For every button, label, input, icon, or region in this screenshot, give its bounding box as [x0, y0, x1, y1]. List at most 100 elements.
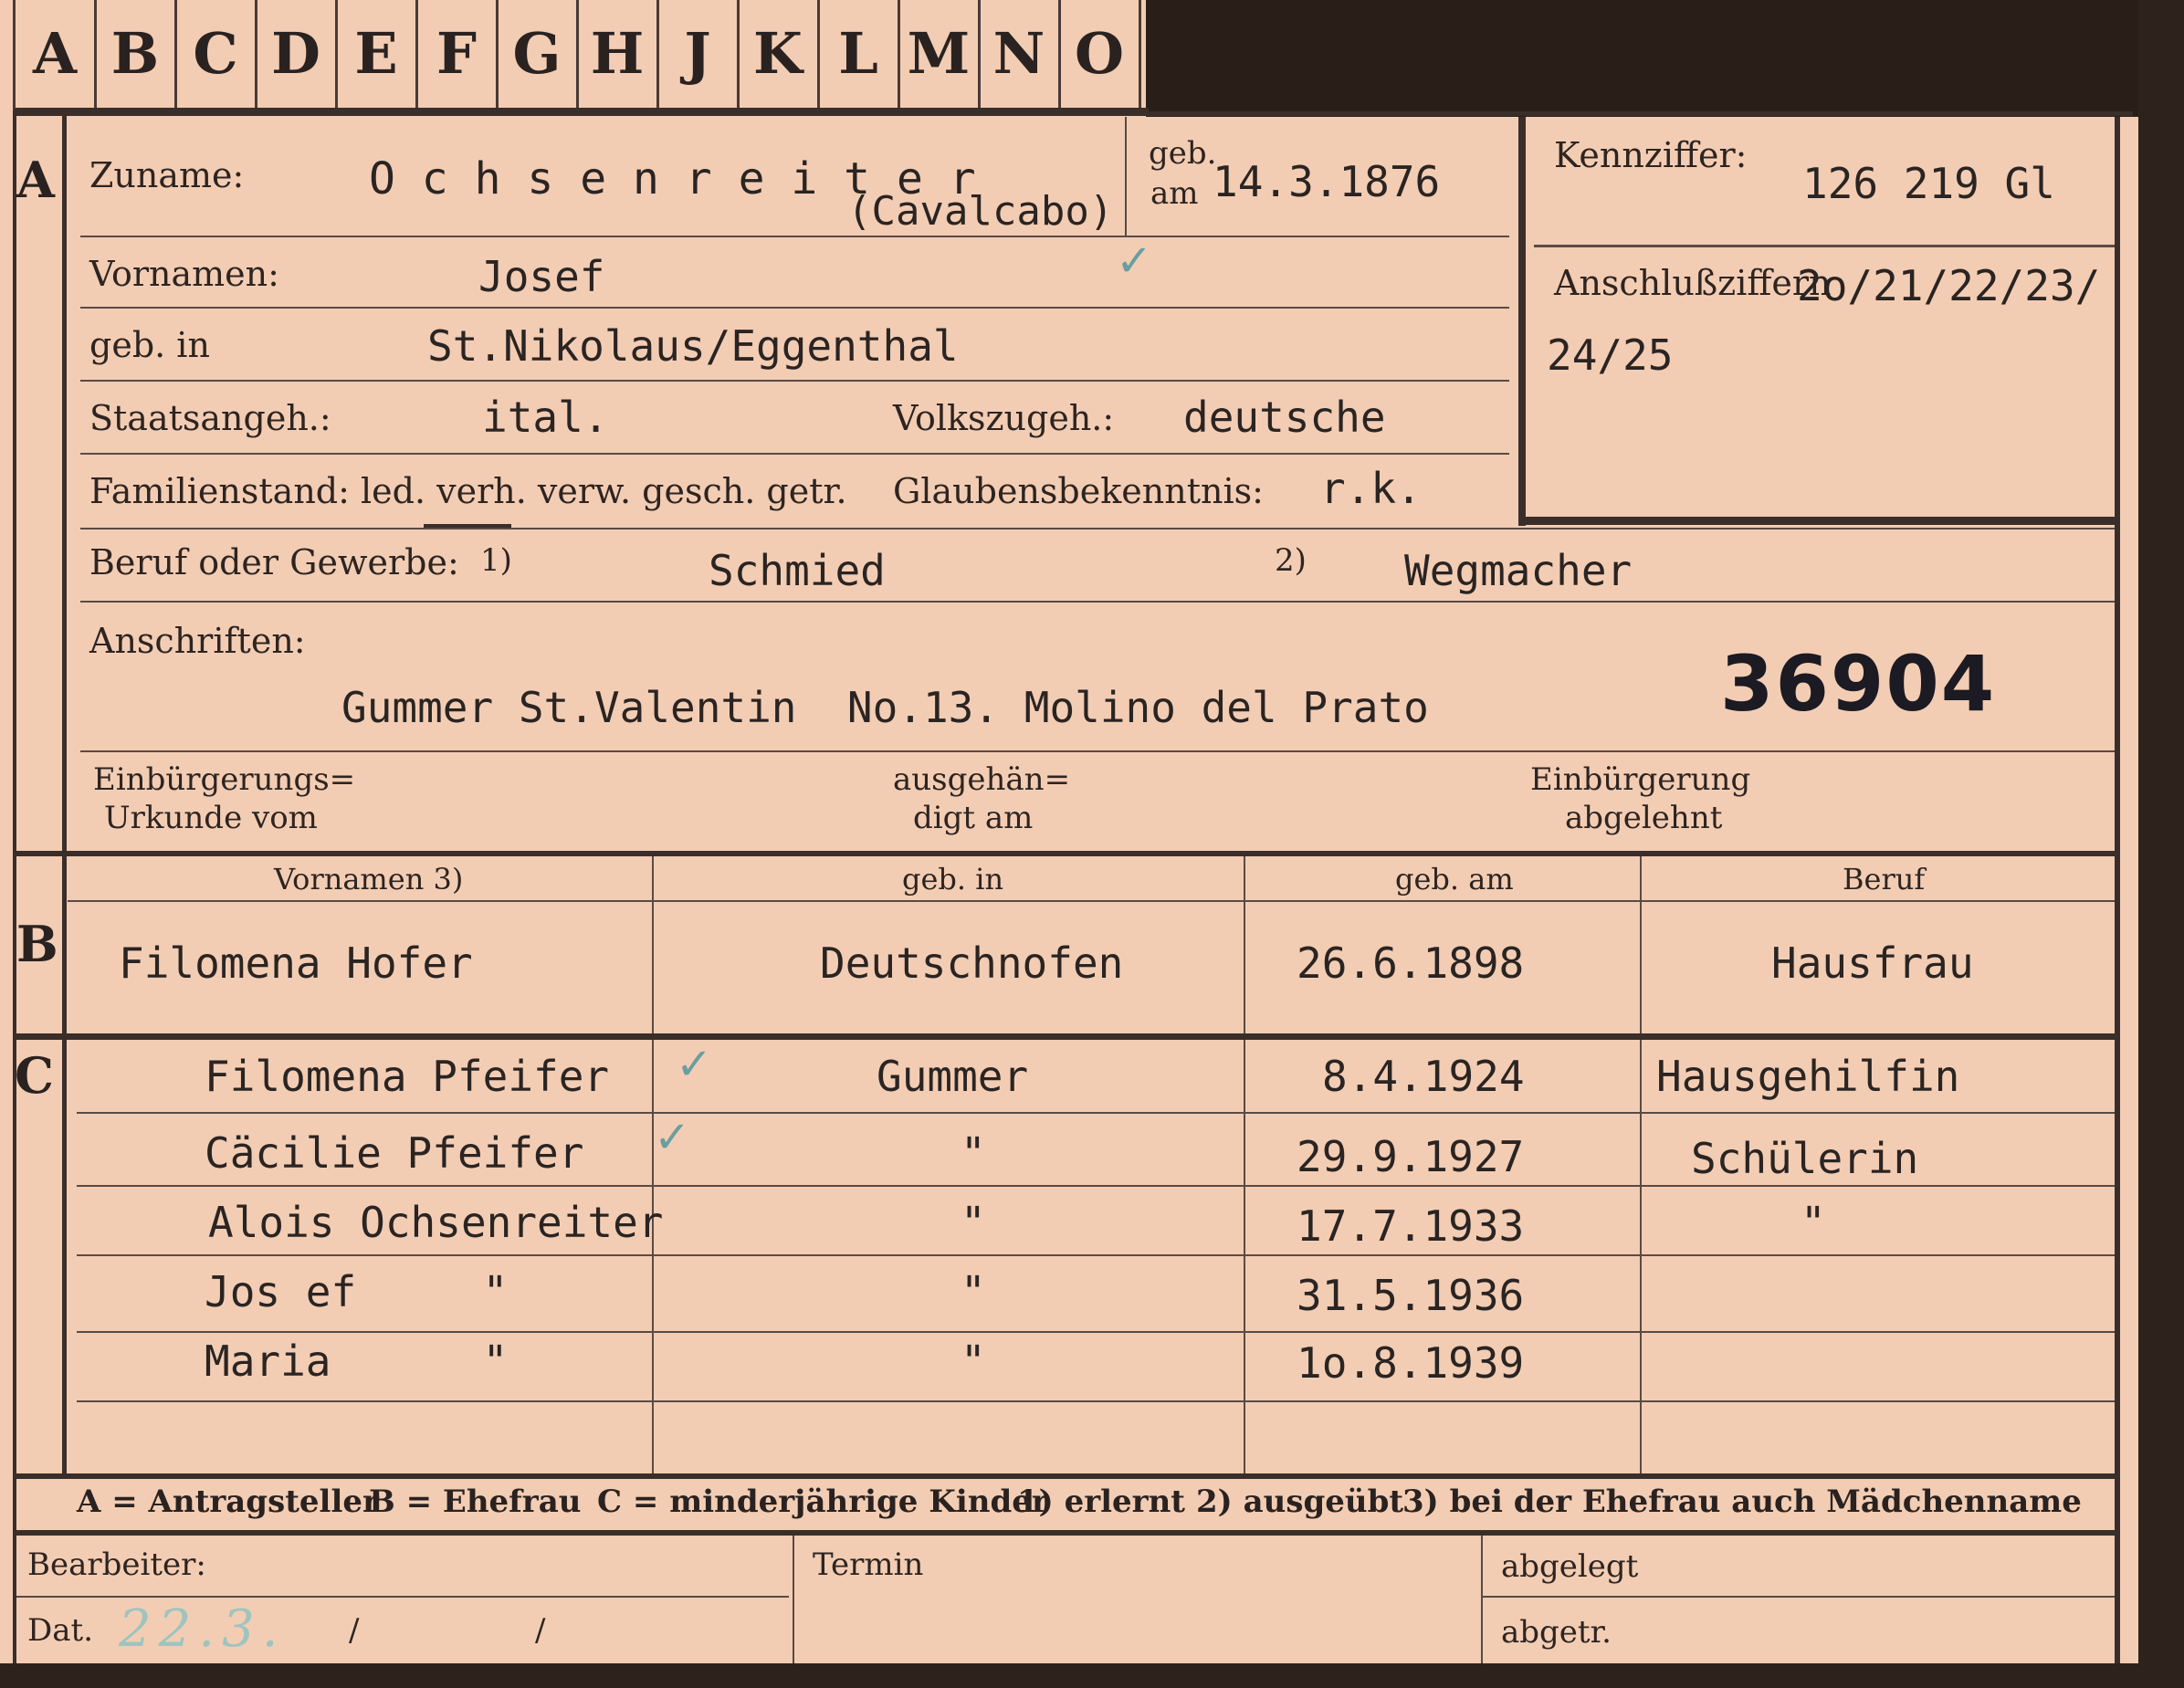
ref-box-bottom [1518, 517, 2115, 525]
handed-label-1: ausgehän= [893, 761, 1071, 798]
religion-value: r.k. [1320, 464, 1422, 513]
address-value: Gummer St.Valentin No.13. Molino del Pra… [341, 683, 1429, 732]
legend-c: C = minderjährige Kinder [597, 1484, 1048, 1520]
occupation-mark-2: 2) [1275, 542, 1307, 579]
section-b-top [13, 851, 2120, 856]
child-occupation: Schülerin [1691, 1134, 1919, 1183]
marital-label: Familienstand: led. verh. verw. gesch. g… [89, 471, 847, 511]
tab-e[interactable]: E [337, 0, 418, 108]
legend-a: A = Antragsteller [77, 1484, 379, 1520]
checkmark-icon: ✓ [1116, 236, 1153, 287]
tab-l[interactable]: L [819, 0, 900, 108]
wife-date-value: 26.6.1898 [1297, 938, 1525, 988]
wife-given-value: Filomena Hofer [119, 938, 473, 988]
tab-h[interactable]: H [578, 0, 659, 108]
addresses-label: Anschriften: [89, 621, 306, 661]
section-b-mark: B [16, 915, 58, 973]
birthplace-label: geb. in [89, 325, 210, 365]
background-right [2138, 0, 2184, 1688]
tab-n[interactable]: N [980, 0, 1061, 108]
tab-o[interactable]: O [1060, 0, 1141, 108]
frame-left [13, 111, 16, 1663]
child-line-5 [77, 1400, 2115, 1402]
tab-g[interactable]: G [498, 0, 579, 108]
child-name: Cäcilie Pfeifer [205, 1128, 584, 1178]
row-line-1 [80, 236, 1509, 237]
editor-label: Bearbeiter: [27, 1546, 206, 1583]
ethnicity-label: Volkszugeh.: [893, 398, 1115, 438]
tab-d[interactable]: D [257, 0, 338, 108]
background-bottom [0, 1663, 2184, 1688]
col-divider-1 [652, 856, 654, 1477]
col-divider-3 [1640, 856, 1642, 1477]
ethnicity-value: deutsche [1183, 393, 1386, 442]
handwritten-date: 22.3. [119, 1599, 286, 1659]
rejected-label-2: abgelehnt [1565, 800, 1723, 836]
naturalization-label-2: Urkunde vom [104, 800, 318, 836]
given-names-value: Josef [478, 252, 605, 301]
row-line-6 [80, 601, 2115, 603]
tab-b[interactable]: B [96, 0, 177, 108]
occupation-1-value: Schmied [709, 546, 886, 595]
tab-m[interactable]: M [899, 0, 981, 108]
legend-note-3: 3) bei der Ehefrau auch Mädchenname [1402, 1484, 2082, 1520]
row-line-5 [80, 528, 2115, 529]
child-line-3 [77, 1254, 2115, 1256]
given-names-label: Vornamen: [89, 254, 279, 294]
footer-divider-2 [1481, 1536, 1483, 1663]
born-on-label-1: geb. [1149, 135, 1217, 172]
tab-f[interactable]: F [417, 0, 499, 108]
legend-b: B = Ehefrau [369, 1484, 582, 1520]
child-name: Jos ef " [205, 1267, 509, 1316]
row-line-4 [80, 453, 1509, 455]
connect-value-1: 2o/21/22/23/ [1797, 261, 2101, 310]
row-line-3 [80, 380, 1509, 382]
rejected-label-1: Einbürgerung [1530, 761, 1751, 798]
deadline-label: Termin [813, 1546, 924, 1583]
checkmark-icon: ✓ [676, 1039, 713, 1090]
section-c-top [13, 1033, 2120, 1040]
wife-header-date: geb. am [1395, 862, 1514, 896]
section-c-mark: C [15, 1046, 54, 1105]
citizenship-label: Staatsangeh.: [89, 398, 331, 438]
section-a-mark: A [16, 151, 55, 209]
checkmark-icon: ✓ [654, 1112, 691, 1163]
ref-box-left [1518, 117, 1526, 526]
tab-k[interactable]: K [739, 0, 820, 108]
child-date: 31.5.1936 [1297, 1271, 1525, 1320]
child-place: " [961, 1267, 986, 1316]
child-line-4 [77, 1331, 2115, 1333]
child-date: 1o.8.1939 [1297, 1338, 1525, 1388]
child-name: Maria " [205, 1337, 509, 1386]
born-divider [1125, 117, 1127, 236]
legend-bottom [13, 1530, 2120, 1536]
birthplace-value: St.Nikolaus/Eggenthal [427, 321, 959, 371]
occupation-label: Beruf oder Gewerbe: [89, 542, 459, 582]
occupation-2-value: Wegmacher [1404, 546, 1633, 595]
connect-label: Anschlußziffern [1554, 263, 1832, 303]
tab-c[interactable]: C [176, 0, 257, 108]
frame-left-inner [62, 111, 67, 1476]
child-occupation: Hausgehilfin [1656, 1052, 1960, 1101]
child-line-1 [77, 1112, 2115, 1114]
wife-header-line [68, 900, 2115, 902]
tab-a[interactable]: A [16, 0, 97, 108]
footer-line-right [1481, 1596, 2115, 1598]
child-place: " [961, 1337, 986, 1386]
background-top-right [1146, 0, 2184, 117]
wife-place-value: Deutschnofen [820, 938, 1124, 988]
reference-value: 126 219 Gl [1802, 159, 2055, 208]
legend-top [13, 1473, 2120, 1479]
date-slash-1: / [349, 1612, 360, 1649]
stamp-number: 36904 [1720, 639, 1997, 729]
child-place: " [961, 1128, 986, 1178]
citizenship-value: ital. [482, 393, 609, 442]
surname-alt-value: (Cavalcabo) [847, 188, 1114, 235]
child-place: " [961, 1198, 986, 1247]
tab-j[interactable]: J [658, 0, 740, 108]
naturalization-label-1: Einbürgerungs= [93, 761, 356, 798]
born-on-value: 14.3.1876 [1213, 157, 1441, 206]
child-name: Alois Ochsenreiter [208, 1198, 664, 1247]
surname-label: Zuname: [89, 155, 245, 195]
child-date: 8.4.1924 [1322, 1052, 1525, 1101]
